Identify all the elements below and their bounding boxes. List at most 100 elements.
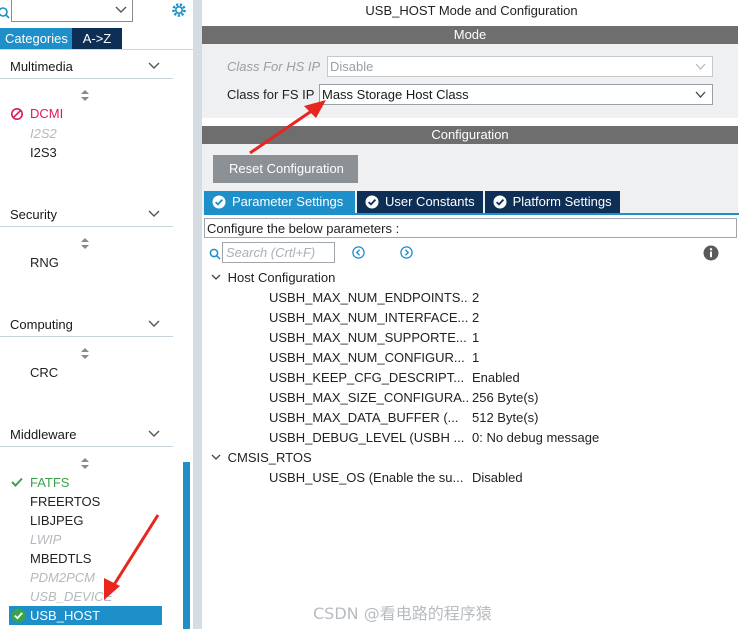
chevron-down-icon	[148, 210, 160, 217]
component-item-rng[interactable]: RNG	[30, 255, 59, 270]
param-value: 1	[472, 350, 480, 365]
tab-label: User Constants	[385, 194, 475, 209]
parameter-search-input[interactable]	[223, 243, 334, 262]
sort-arrows-icon[interactable]	[80, 90, 90, 102]
param-row[interactable]: USBH_USE_OS (Enable the su... Disabled	[269, 470, 729, 488]
watermark-text: CSDN @看电路的程序猿	[313, 604, 492, 623]
component-item-fatfs[interactable]: FATFS	[30, 475, 69, 490]
page-title: USB_HOST Mode and Configuration	[365, 3, 578, 18]
info-icon[interactable]	[703, 245, 719, 261]
param-value: 0: No debug message	[472, 430, 600, 445]
group-label: Host Configuration	[227, 270, 336, 285]
component-item-crc[interactable]: CRC	[30, 365, 58, 380]
reset-configuration-button[interactable]: Reset Configuration	[213, 155, 358, 183]
sort-arrows-icon[interactable]	[80, 458, 90, 470]
tab-label: Platform Settings	[512, 194, 612, 209]
group-host-configuration[interactable]: Host Configuration	[210, 270, 335, 285]
tab-a-to-z[interactable]: A->Z	[72, 28, 122, 49]
search-icon	[209, 248, 221, 260]
tab-label: Parameter Settings	[232, 194, 344, 209]
chevron-down-icon	[211, 274, 221, 280]
search-icon[interactable]	[0, 6, 10, 20]
divider	[0, 49, 193, 50]
tab-user-constants[interactable]: User Constants	[357, 191, 483, 213]
param-name: USBH_USE_OS (Enable the su...	[269, 470, 464, 485]
configuration-panel: USB_HOST Mode and Configuration Mode Cla…	[202, 0, 741, 629]
app-window: Categories A->Z Multimedia DCMI I2S2 I2S…	[0, 0, 741, 629]
component-item-i2s3[interactable]: I2S3	[30, 145, 57, 160]
settings-tabs: Parameter Settings User Constants Platfo…	[204, 191, 622, 213]
check-circle-icon	[365, 195, 379, 209]
component-item-usb-device[interactable]: USB_DEVICE	[30, 589, 112, 604]
tree-scrollbar-thumb[interactable]	[183, 462, 190, 629]
error-icon	[11, 108, 23, 120]
category-label: Computing	[10, 317, 73, 332]
check-circle-icon	[11, 608, 26, 623]
category-header-multimedia[interactable]: Multimedia	[0, 53, 173, 79]
class-fs-ip-label: Class for FS IP	[227, 87, 315, 102]
check-icon	[11, 477, 23, 487]
tab-platform-settings[interactable]: Platform Settings	[484, 191, 620, 213]
param-value: Enabled	[472, 370, 520, 385]
category-header-security[interactable]: Security	[0, 201, 173, 227]
class-fs-ip-value: Mass Storage Host Class	[322, 87, 469, 102]
chevron-down-icon	[148, 320, 160, 327]
chevron-down-icon	[148, 430, 160, 437]
chevron-down-icon	[695, 91, 706, 98]
category-label: Multimedia	[10, 59, 73, 74]
category-label: Middleware	[10, 427, 77, 442]
param-row[interactable]: USBH_MAX_SIZE_CONFIGURA... 256 Byte(s)	[269, 390, 729, 408]
check-circle-icon	[212, 195, 226, 209]
param-row[interactable]: USBH_MAX_DATA_BUFFER (... 512 Byte(s)	[269, 410, 729, 428]
tab-parameter-settings[interactable]: Parameter Settings	[204, 191, 355, 213]
param-row[interactable]: USBH_MAX_NUM_SUPPORTE... 1	[269, 330, 729, 348]
category-header-computing[interactable]: Computing	[0, 311, 173, 337]
category-header-middleware[interactable]: Middleware	[0, 421, 173, 447]
chevron-down-icon	[115, 6, 127, 13]
class-hs-ip-select[interactable]: Disable	[327, 56, 713, 77]
configuration-section-header: Configuration	[202, 126, 738, 144]
component-tree-panel: Categories A->Z Multimedia DCMI I2S2 I2S…	[0, 0, 193, 629]
category-filter-select[interactable]	[11, 0, 133, 22]
class-fs-ip-select[interactable]: Mass Storage Host Class	[319, 84, 713, 105]
param-name: USBH_DEBUG_LEVEL (USBH ...	[269, 430, 465, 445]
component-item-label: USB_HOST	[30, 608, 101, 623]
group-cmsis-rtos[interactable]: CMSIS_RTOS	[210, 450, 312, 465]
mode-section-header: Mode	[202, 26, 738, 44]
category-label: Security	[10, 207, 57, 222]
component-item-i2s2[interactable]: I2S2	[30, 126, 57, 141]
component-item-dcmi[interactable]: DCMI	[30, 106, 63, 121]
component-item-lwip[interactable]: LWIP	[30, 532, 61, 547]
chevron-down-icon	[211, 454, 221, 460]
tree-toolbar	[0, 0, 193, 27]
mode-section: Class For HS IP Disable Class for FS IP …	[202, 44, 738, 118]
class-hs-ip-value: Disable	[330, 59, 374, 74]
component-item-libjpeg[interactable]: LIBJPEG	[30, 513, 83, 528]
param-row[interactable]: USBH_MAX_NUM_ENDPOINTS... 2	[269, 290, 729, 308]
component-item-mbedtls[interactable]: MBEDTLS	[30, 551, 91, 566]
param-row[interactable]: USBH_DEBUG_LEVEL (USBH ... 0: No debug me…	[269, 430, 729, 448]
component-item-usb-host[interactable]: USB_HOST	[9, 606, 162, 625]
param-name: USBH_MAX_DATA_BUFFER (...	[269, 410, 459, 425]
chevron-down-icon	[695, 63, 706, 70]
panel-splitter[interactable]	[193, 0, 202, 629]
component-item-freertos[interactable]: FREERTOS	[30, 494, 100, 509]
param-name: USBH_MAX_NUM_SUPPORTE...	[269, 330, 467, 345]
tree-sort-tabs: Categories A->Z	[0, 28, 122, 49]
sort-arrows-icon[interactable]	[80, 348, 90, 360]
previous-match-icon[interactable]	[352, 246, 365, 259]
gear-icon[interactable]	[170, 1, 188, 19]
instructions-box: Configure the below parameters :	[204, 218, 737, 238]
parameter-search-box[interactable]	[222, 242, 335, 263]
param-value: 2	[472, 290, 480, 305]
param-row[interactable]: USBH_MAX_NUM_CONFIGUR... 1	[269, 350, 729, 368]
parameter-settings-panel: Configure the below parameters : Host Co…	[202, 215, 738, 629]
param-row[interactable]: USBH_MAX_NUM_INTERFACE... 2	[269, 310, 729, 328]
sort-arrows-icon[interactable]	[80, 238, 90, 250]
next-match-icon[interactable]	[400, 246, 413, 259]
class-hs-ip-label: Class For HS IP	[227, 59, 321, 74]
component-item-pdm2pcm[interactable]: PDM2PCM	[30, 570, 95, 585]
param-row[interactable]: USBH_KEEP_CFG_DESCRIPT... Enabled	[269, 370, 729, 388]
tab-categories[interactable]: Categories	[0, 28, 72, 49]
param-value: Disabled	[472, 470, 523, 485]
